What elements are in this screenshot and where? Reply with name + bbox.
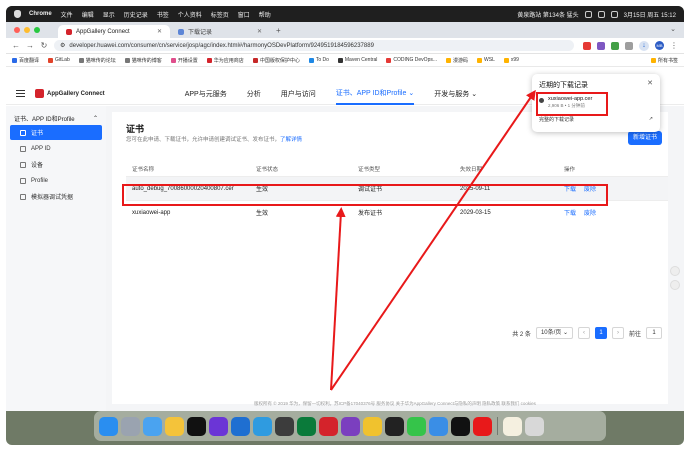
trash-icon[interactable]	[525, 416, 544, 436]
azure-icon[interactable]	[253, 416, 272, 436]
console-icon[interactable]	[297, 416, 316, 436]
wps-icon[interactable]	[319, 416, 338, 436]
dock-separator	[497, 417, 498, 435]
app-store-icon[interactable]	[231, 416, 250, 436]
activity-icon[interactable]	[451, 416, 470, 436]
chrome-icon[interactable]	[165, 416, 184, 436]
onenote-icon[interactable]	[341, 416, 360, 436]
annotation-arrows	[330, 89, 536, 391]
launchpad-icon[interactable]	[121, 416, 140, 436]
finder-icon[interactable]	[99, 416, 118, 436]
wechat-icon[interactable]	[407, 416, 426, 436]
mac-dock	[94, 411, 606, 441]
qq-icon[interactable]	[429, 416, 448, 436]
preview-icon[interactable]	[503, 416, 522, 436]
arrow-to-row	[330, 207, 346, 391]
intellij-icon[interactable]	[187, 416, 206, 436]
notes-icon[interactable]	[363, 416, 382, 436]
desktop-frame: Chrome 文件 编辑 显示 历史记录 书签 个人资料 标签页 窗口 帮助 黄…	[6, 6, 684, 445]
arrow-to-download	[330, 89, 536, 391]
mail-icon[interactable]	[143, 416, 162, 436]
obs-icon[interactable]	[385, 416, 404, 436]
tingting-icon[interactable]	[473, 416, 492, 436]
ide-icon[interactable]	[209, 416, 228, 436]
terminal-icon[interactable]	[275, 416, 294, 436]
